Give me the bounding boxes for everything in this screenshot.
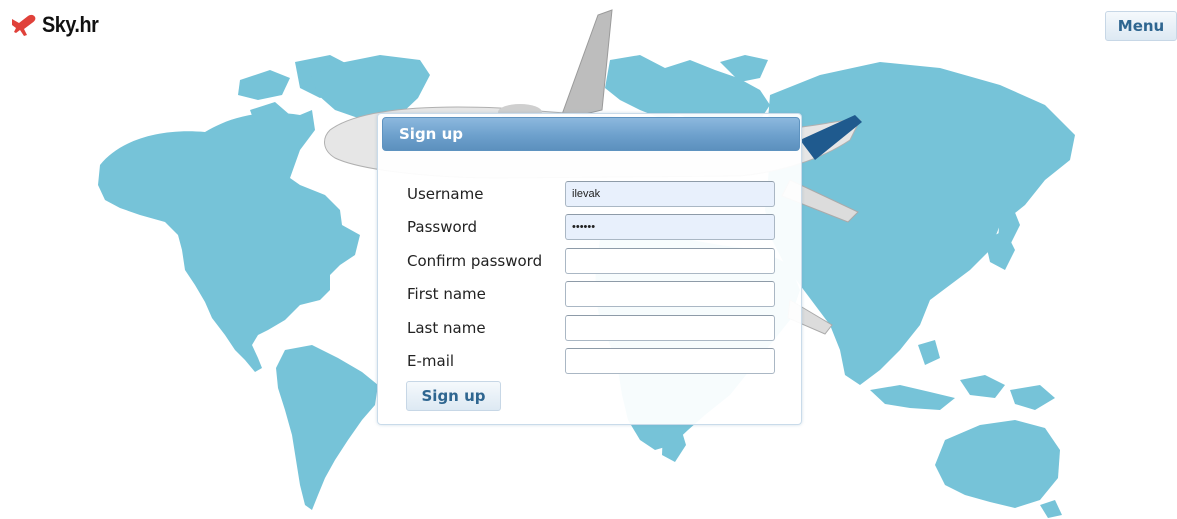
password-input[interactable]: [565, 214, 775, 240]
south-america-shape: [276, 345, 378, 510]
confirm-password-input[interactable]: [565, 248, 775, 274]
username-input[interactable]: [565, 181, 775, 207]
dialog-title: Sign up: [382, 117, 800, 151]
confirm-password-label: Confirm password: [407, 252, 543, 270]
email-input[interactable]: [565, 348, 775, 374]
email-label: E-mail: [407, 352, 455, 370]
signup-button[interactable]: Sign up: [406, 381, 501, 411]
username-label: Username: [407, 185, 484, 203]
last-name-input[interactable]: [565, 315, 775, 341]
password-label: Password: [407, 218, 478, 236]
last-name-label: Last name: [407, 319, 486, 337]
airplane-icon: [12, 14, 36, 36]
logo-text: Sky.hr: [42, 12, 99, 37]
site-logo[interactable]: Sky.hr: [10, 12, 105, 38]
north-america-shape: [98, 110, 360, 372]
asia-shape: [765, 62, 1075, 385]
signup-dialog: Sign up Username Password Confirm passwo…: [377, 113, 802, 425]
first-name-input[interactable]: [565, 281, 775, 307]
menu-button[interactable]: Menu: [1105, 11, 1177, 41]
australia-shape: [935, 420, 1060, 508]
first-name-label: First name: [407, 285, 486, 303]
